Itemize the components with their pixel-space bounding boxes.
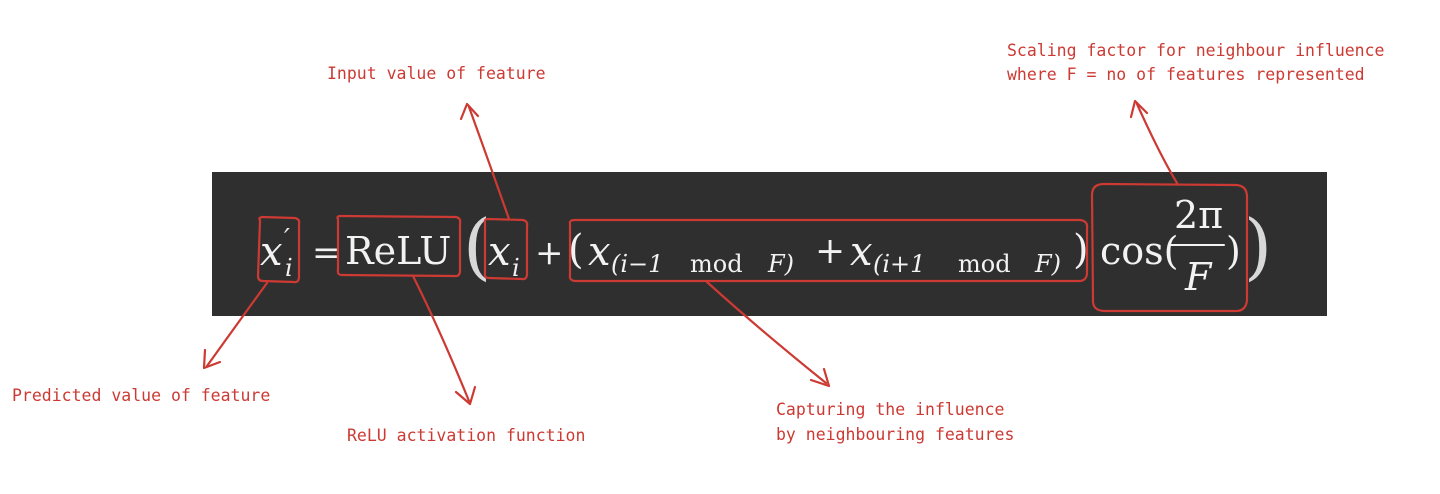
- box-scaling: [1090, 182, 1249, 313]
- box-xi: [483, 217, 529, 281]
- arrow-relu-activation-head: [454, 385, 477, 406]
- label-scaling-line1: Scaling factor for neighbour influence: [1007, 41, 1385, 60]
- arrow-predicted-value: [205, 281, 269, 368]
- arrow-neighbours: [705, 280, 828, 385]
- label-neighbour-line1: Capturing the influence: [776, 400, 1005, 419]
- box-neighbours: [568, 218, 1089, 283]
- box-relu: [336, 214, 462, 278]
- label-predicted-value: Predicted value of feature: [12, 386, 271, 405]
- label-input-value: Input value of feature: [327, 64, 546, 83]
- label-scaling-line2: where F = no of features represented: [1007, 65, 1365, 84]
- arrow-scaling-factor: [1135, 102, 1179, 185]
- box-lhs: [256, 215, 301, 284]
- arrow-relu-activation: [411, 274, 471, 403]
- label-relu-activation: ReLU activation function: [347, 426, 586, 445]
- label-neighbour-line2: by neighbouring features: [776, 425, 1015, 444]
- arrow-input-value: [467, 105, 511, 221]
- diagram-canvas: x ′ i = ReLU ( x i + ( x (i−1 mod F) + x…: [0, 0, 1440, 494]
